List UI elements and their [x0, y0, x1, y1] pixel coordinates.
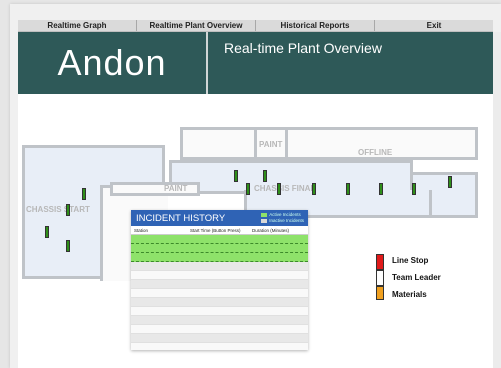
menu-bar: Realtime Graph Realtime Plant Overview H…	[18, 20, 493, 32]
brand-logo: Andon	[18, 32, 206, 94]
col-station: Station	[134, 227, 149, 233]
table-row[interactable]	[131, 271, 308, 280]
materials-swatch	[376, 286, 384, 300]
table-row[interactable]	[131, 262, 308, 271]
incident-history-title: INCIDENT HISTORY	[136, 212, 226, 224]
table-row[interactable]	[131, 325, 308, 334]
andon-light[interactable]	[346, 183, 350, 195]
andon-light[interactable]	[66, 204, 70, 216]
table-row[interactable]	[131, 307, 308, 316]
table-row[interactable]	[131, 253, 308, 262]
andon-light[interactable]	[263, 170, 267, 182]
andon-light[interactable]	[379, 183, 383, 195]
incident-history-header: INCIDENT HISTORY Active Incidents Inacti…	[131, 210, 308, 226]
legend-materials: Materials	[392, 290, 427, 299]
andon-light[interactable]	[277, 183, 281, 195]
table-row[interactable]	[131, 244, 308, 253]
andon-light[interactable]	[412, 183, 416, 195]
col-duration: Duration (Minutes)	[252, 227, 290, 233]
legend-team-leader: Team Leader	[392, 273, 441, 282]
header: Andon Real-time Plant Overview	[18, 32, 493, 94]
andon-light[interactable]	[234, 170, 238, 182]
team-leader-swatch	[376, 270, 384, 286]
page-title: Real-time Plant Overview	[208, 32, 493, 94]
zone-label-paint-top: PAINT	[259, 140, 283, 149]
table-row[interactable]	[131, 334, 308, 343]
table-row[interactable]	[131, 280, 308, 289]
zone-offline[interactable]	[180, 127, 478, 160]
andon-light[interactable]	[448, 176, 452, 188]
incident-table-header: Station Start Time (Button Press) Durati…	[131, 226, 308, 235]
inactive-swatch-icon	[261, 218, 268, 223]
incident-legend: Active Incidents Inactive Incidents	[261, 212, 304, 224]
legend-line-stop: Line Stop	[392, 256, 429, 265]
col-start-time: Start Time (Button Press)	[190, 227, 241, 233]
main-panel: Andon Real-time Plant Overview PAINT OFF…	[18, 32, 493, 368]
table-row[interactable]	[131, 235, 308, 244]
incident-history-panel: INCIDENT HISTORY Active Incidents Inacti…	[131, 210, 308, 350]
table-row[interactable]	[131, 289, 308, 298]
menu-realtime-plant-overview[interactable]: Realtime Plant Overview	[137, 20, 256, 31]
zone-label-chassis-start: CHASSIS START	[26, 205, 90, 214]
active-swatch-icon	[261, 212, 268, 217]
zone-label-paint-bottom: PAINT	[164, 184, 188, 193]
menu-realtime-graph[interactable]: Realtime Graph	[18, 20, 137, 31]
zone-label-offline: OFFLINE	[358, 148, 393, 157]
table-row[interactable]	[131, 343, 308, 350]
legend-active-label: Active Incidents	[269, 212, 301, 217]
andon-light[interactable]	[45, 226, 49, 238]
andon-light[interactable]	[246, 183, 250, 195]
andon-light[interactable]	[82, 188, 86, 200]
scrollbar[interactable]	[493, 32, 501, 368]
legend-inactive-label: Inactive Incidents	[269, 218, 304, 223]
zone-label-chassis-final: CHASSIS FINAL	[254, 184, 316, 193]
menu-exit[interactable]: Exit	[375, 20, 493, 31]
menu-historical-reports[interactable]: Historical Reports	[256, 20, 375, 31]
andon-light[interactable]	[66, 240, 70, 252]
line-stop-swatch	[376, 254, 384, 270]
table-row[interactable]	[131, 298, 308, 307]
andon-light[interactable]	[312, 183, 316, 195]
table-row[interactable]	[131, 316, 308, 325]
screen: Realtime Graph Realtime Plant Overview H…	[0, 0, 501, 368]
